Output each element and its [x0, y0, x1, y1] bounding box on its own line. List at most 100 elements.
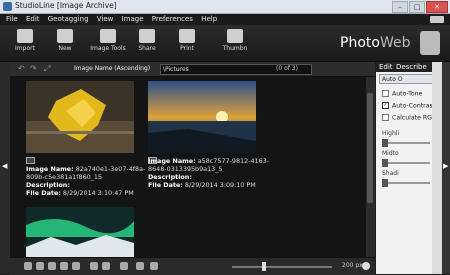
panel-scrollbar[interactable]: [432, 62, 442, 274]
thumbnail-image: [148, 81, 256, 153]
maximize-button[interactable]: □: [409, 1, 425, 13]
expand-right-icon[interactable]: ▶: [443, 162, 448, 170]
option-label: Auto-Contrast: [392, 102, 436, 110]
share-label: Share: [138, 45, 156, 52]
share-icon: [139, 29, 155, 43]
print-icon: [179, 29, 195, 43]
menu-view[interactable]: View: [97, 14, 114, 25]
bottom-toolbar: 200 px: [10, 257, 375, 275]
zoom-label: 200 px: [342, 262, 363, 269]
zoom-in-icon[interactable]: [90, 262, 98, 270]
thumbnails-icon: [227, 29, 243, 43]
list-icon[interactable]: [136, 262, 144, 270]
thumbnail-grid: Image Name: 82a740e1-3e07-4f8a-809b-c5e3…: [10, 77, 366, 257]
delete-icon[interactable]: [120, 262, 128, 270]
trash-icon[interactable]: [420, 31, 440, 55]
slider-knob[interactable]: [382, 139, 388, 147]
new-folder-icon: [57, 29, 73, 43]
zoom-slider-knob[interactable]: [262, 262, 266, 271]
title-bar: StudioLine [Image Archive] – □ ✕: [0, 0, 450, 14]
expand-left-icon[interactable]: ◀: [2, 162, 7, 170]
print-label: Print: [180, 45, 194, 52]
rotate-right-icon[interactable]: [36, 262, 44, 270]
option-label: Auto-Tone: [392, 90, 423, 98]
menu-geotagging[interactable]: Geotagging: [48, 14, 89, 25]
image-counter: (0 of 3): [276, 65, 298, 72]
checkbox[interactable]: [382, 90, 389, 97]
option-auto-contrast[interactable]: ✓ Auto-Contrast: [382, 102, 435, 110]
name-label: Image Name:: [26, 165, 74, 173]
settings-gear-icon[interactable]: [362, 262, 370, 270]
import-label: Import: [15, 45, 35, 52]
share-button[interactable]: Share: [130, 27, 164, 52]
tab-edit[interactable]: Edit: [379, 63, 393, 71]
left-panel-strip[interactable]: ◀: [0, 62, 10, 274]
eye-icon[interactable]: [72, 262, 80, 270]
menu-bar: File Edit Geotagging View Image Preferen…: [0, 14, 450, 25]
image-tools-label: Image Tools: [90, 45, 126, 52]
crop-icon[interactable]: [60, 262, 68, 270]
highlights-slider[interactable]: [382, 139, 430, 147]
thumbnails-button[interactable]: Thumbn: [218, 27, 252, 52]
description-label: Description:: [148, 173, 192, 181]
back-icon[interactable]: ↶: [18, 64, 25, 73]
app-icon: [3, 2, 12, 11]
thumbnails-label: Thumbn: [222, 45, 248, 52]
shadows-label: Shadi: [382, 170, 399, 177]
shadows-slider[interactable]: [382, 179, 430, 187]
slider-knob[interactable]: [382, 179, 388, 187]
midtones-slider[interactable]: [382, 159, 430, 167]
zoom-slider[interactable]: [232, 266, 332, 268]
image-metadata: Image Name: 82a740e1-3e07-4f8a-809b-c5e3…: [26, 165, 146, 197]
window-title: StudioLine [Image Archive]: [15, 1, 117, 10]
print-button[interactable]: Print: [170, 27, 204, 52]
new-label: New: [58, 45, 72, 52]
menu-edit[interactable]: Edit: [26, 14, 40, 25]
collapse-icon[interactable]: ⤢: [44, 64, 50, 74]
date-label: File Date:: [148, 181, 183, 189]
auto-optimize-title: Auto O: [382, 76, 403, 83]
file-date: 8/29/2014 3:09:10 PM: [184, 181, 256, 189]
menu-image[interactable]: Image: [122, 14, 144, 25]
auto-optimize-header[interactable]: Auto O ✕: [379, 74, 439, 84]
image-tools-icon: [100, 29, 116, 43]
scroll-thumb[interactable]: [367, 93, 373, 203]
forward-icon[interactable]: ↷: [30, 64, 37, 73]
new-button[interactable]: New: [48, 27, 82, 52]
import-button[interactable]: Import: [8, 27, 42, 52]
mode-photo[interactable]: Photo: [340, 35, 380, 51]
slider-knob[interactable]: [382, 159, 388, 167]
midtones-label: Midto: [382, 150, 399, 157]
mode-web[interactable]: Web: [380, 35, 411, 51]
menu-preferences[interactable]: Preferences: [152, 14, 193, 25]
import-icon: [17, 29, 33, 43]
sort-select[interactable]: Image Name (Ascending): [74, 64, 158, 73]
right-panel-strip[interactable]: ▶: [442, 62, 450, 274]
minimize-button[interactable]: –: [392, 1, 408, 13]
checkbox-checked[interactable]: ✓: [382, 102, 389, 109]
rotate-left-icon[interactable]: [24, 262, 32, 270]
filter-icon[interactable]: [150, 262, 158, 270]
image-metadata: Image Name: a58c7577-9812-4163-8648-0313…: [148, 157, 274, 189]
vertical-scrollbar[interactable]: [366, 77, 375, 257]
thumbnail-image: [26, 207, 134, 257]
name-label: Image Name:: [148, 157, 196, 165]
checkbox[interactable]: [382, 114, 389, 121]
refresh-icon[interactable]: [48, 262, 56, 270]
image-tools-button[interactable]: Image Tools: [88, 27, 128, 52]
tab-describe[interactable]: Describe: [396, 63, 427, 71]
brand-logo: [430, 16, 444, 23]
file-date: 8/29/2014 3:10:47 PM: [62, 189, 134, 197]
description-label: Description:: [26, 181, 70, 189]
main-toolbar: Import New Image Tools Share Print Thumb…: [0, 25, 450, 62]
thumbnail-image: [26, 81, 134, 153]
option-auto-tone[interactable]: Auto-Tone: [382, 90, 422, 98]
highlights-label: Highli: [382, 130, 400, 137]
close-button[interactable]: ✕: [426, 1, 448, 13]
menu-file[interactable]: File: [6, 14, 18, 25]
search-icon[interactable]: [102, 262, 110, 270]
date-label: File Date:: [26, 189, 61, 197]
menu-help[interactable]: Help: [201, 14, 217, 25]
select-checkbox[interactable]: [26, 157, 35, 164]
option-calculate-rgb[interactable]: Calculate RGB-: [382, 114, 438, 122]
